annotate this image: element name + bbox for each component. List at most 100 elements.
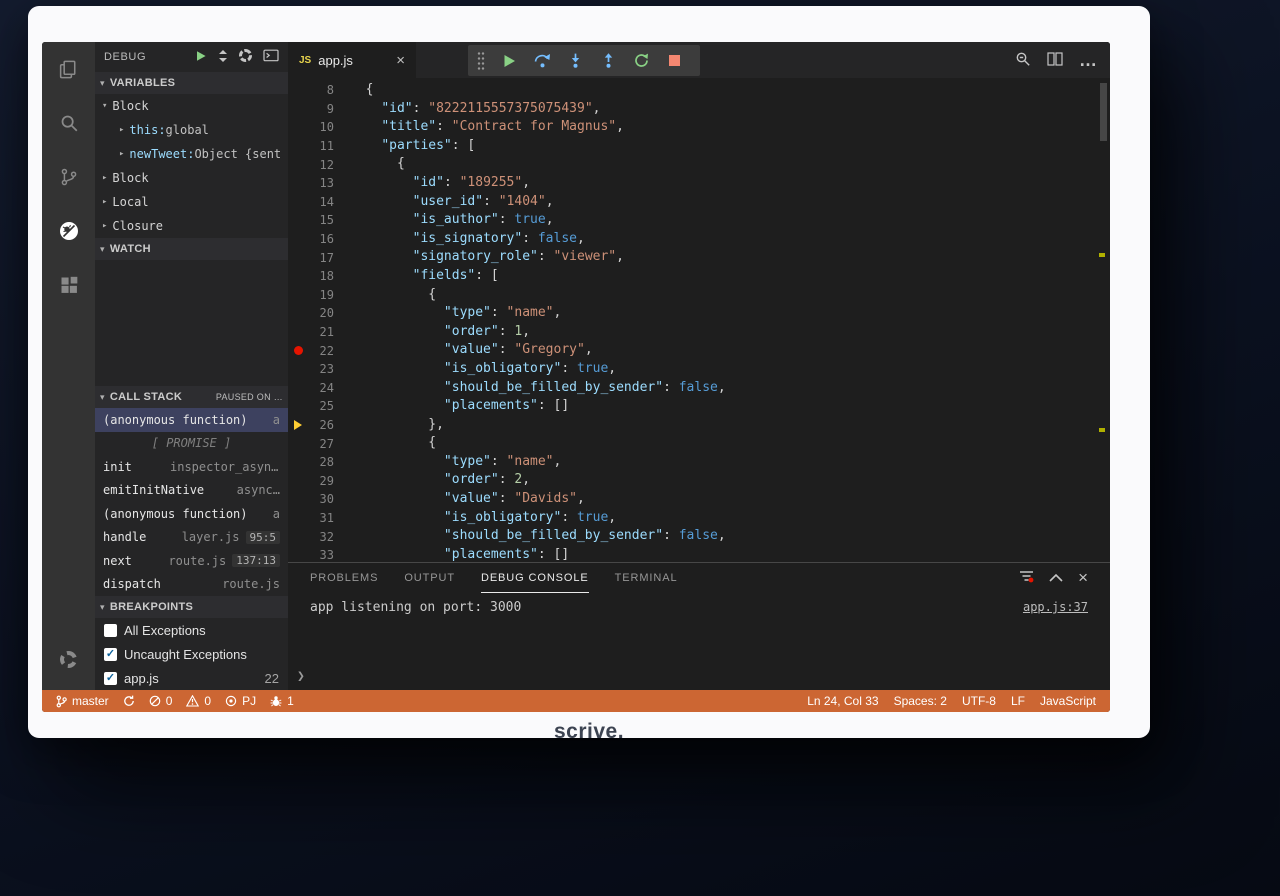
code-line[interactable]: "order": 1, xyxy=(350,323,1110,342)
variable-row[interactable]: ▸newTweet: Object {sent… xyxy=(95,142,288,166)
breakpoint-checkbox[interactable] xyxy=(104,624,117,637)
status-item-spaces-2[interactable]: Spaces: 2 xyxy=(888,694,953,708)
source-link[interactable]: app.js:37 xyxy=(1023,600,1088,614)
status-item-0[interactable]: 0 xyxy=(143,694,179,708)
code-line[interactable]: "order": 2, xyxy=(350,471,1110,490)
code-line[interactable]: "signatory_role": "viewer", xyxy=(350,248,1110,267)
call-stack-frame[interactable]: handlelayer.js95:5 xyxy=(95,526,288,550)
status-item-0[interactable]: 0 xyxy=(180,694,217,708)
start-icon[interactable] xyxy=(195,50,207,65)
variable-scope-row[interactable]: ▸Local xyxy=(95,190,288,214)
files-icon[interactable] xyxy=(42,42,95,96)
more-actions-icon[interactable]: … xyxy=(1079,55,1098,65)
twisty-icon[interactable]: ▸ xyxy=(102,173,107,183)
variable-row[interactable]: ▸this: global xyxy=(95,118,288,142)
code-line[interactable]: "parties": [ xyxy=(350,137,1110,156)
panel-tab-terminal[interactable]: TERMINAL xyxy=(615,563,678,593)
twisty-icon[interactable]: ▸ xyxy=(119,125,124,135)
breakpoint-icon[interactable] xyxy=(294,346,303,355)
tab-app-js[interactable]: JS app.js × xyxy=(288,42,416,78)
close-icon[interactable]: × xyxy=(396,52,405,69)
panel-tab-problems[interactable]: PROBLEMS xyxy=(310,563,378,593)
twisty-icon[interactable]: ▸ xyxy=(102,221,107,231)
config-select-icon[interactable] xyxy=(218,49,228,66)
scrollbar-thumb[interactable] xyxy=(1100,83,1107,141)
split-editor-icon[interactable] xyxy=(1047,52,1063,69)
gear-icon[interactable] xyxy=(42,632,95,686)
call-stack-frame[interactable]: nextroute.js137:13 xyxy=(95,549,288,573)
twisty-icon[interactable]: ▾ xyxy=(102,101,107,111)
code-line[interactable]: { xyxy=(350,155,1110,174)
twisty-icon[interactable]: ▸ xyxy=(102,197,107,207)
drag-handle-icon[interactable] xyxy=(477,51,485,70)
code-line[interactable]: "is_signatory": false, xyxy=(350,230,1110,249)
continue-icon[interactable] xyxy=(493,45,526,76)
code-line[interactable]: "placements": [] xyxy=(350,546,1110,562)
call-stack-frame[interactable]: emitInitNativeasync… xyxy=(95,479,288,503)
status-item-utf-8[interactable]: UTF-8 xyxy=(956,694,1002,708)
code-line[interactable]: "fields": [ xyxy=(350,267,1110,286)
code-line[interactable]: "user_id": "1404", xyxy=(350,193,1110,212)
code-line[interactable]: { xyxy=(350,434,1110,453)
call-stack-frame[interactable]: initinspector_async_… xyxy=(95,455,288,479)
status-item-lf[interactable]: LF xyxy=(1005,694,1031,708)
code-line[interactable]: "type": "name", xyxy=(350,453,1110,472)
call-stack-frame[interactable]: (anonymous function)a xyxy=(95,502,288,526)
code-line[interactable]: "should_be_filled_by_sender": false, xyxy=(350,379,1110,398)
code-line[interactable]: { xyxy=(350,286,1110,305)
panel-tab-debug-console[interactable]: DEBUG CONSOLE xyxy=(481,563,589,593)
status-item-sync-icon[interactable] xyxy=(117,695,141,707)
code-line[interactable]: "should_be_filled_by_sender": false, xyxy=(350,527,1110,546)
step-out-icon[interactable] xyxy=(592,45,625,76)
gear-icon[interactable] xyxy=(239,49,252,65)
twisty-icon[interactable]: ▸ xyxy=(119,149,124,159)
code-line[interactable]: "is_author": true, xyxy=(350,211,1110,230)
panel-tab-output[interactable]: OUTPUT xyxy=(404,563,455,593)
extensions-icon[interactable] xyxy=(42,258,95,312)
breakpoint-checkbox[interactable]: ✓ xyxy=(104,648,117,661)
editor-gutter[interactable]: 8910111213141516171819202122232425262728… xyxy=(288,81,342,562)
debug-console-icon[interactable] xyxy=(263,49,279,65)
code-line[interactable]: "type": "name", xyxy=(350,304,1110,323)
code-lines[interactable]: { "id": "8222115557375075439", "title": … xyxy=(342,81,1110,562)
call-stack-section-header[interactable]: ▾ CALL STACK PAUSED ON … xyxy=(95,386,288,408)
stop-icon[interactable] xyxy=(658,45,691,76)
breakpoint-row[interactable]: All Exceptions xyxy=(95,618,288,642)
breakpoints-section-header[interactable]: ▾ BREAKPOINTS xyxy=(95,596,288,618)
status-item-master[interactable]: master xyxy=(50,694,115,708)
glyph-margin[interactable] xyxy=(288,346,308,355)
filter-icon[interactable] xyxy=(1019,570,1034,586)
status-item-javascript[interactable]: JavaScript xyxy=(1034,694,1102,708)
overview-ruler[interactable] xyxy=(1096,78,1110,562)
console-prompt-icon[interactable]: ❯ xyxy=(297,669,305,684)
debug-console-body[interactable]: app listening on port: 3000 app.js:37 ❯ xyxy=(288,593,1110,690)
code-line[interactable]: "placements": [] xyxy=(350,397,1110,416)
chevron-up-icon[interactable] xyxy=(1049,571,1063,585)
variable-scope-row[interactable]: ▸Closure xyxy=(95,214,288,238)
variable-scope-row[interactable]: ▾Block xyxy=(95,94,288,118)
close-icon[interactable]: × xyxy=(1078,572,1088,584)
code-line[interactable]: "is_obligatory": true, xyxy=(350,360,1110,379)
breakpoint-checkbox[interactable]: ✓ xyxy=(104,672,117,685)
code-line[interactable]: { xyxy=(350,81,1110,100)
call-stack-frame[interactable]: dispatchroute.js xyxy=(95,573,288,597)
code-line[interactable]: "id": "189255", xyxy=(350,174,1110,193)
glyph-margin[interactable] xyxy=(288,420,308,430)
step-over-icon[interactable] xyxy=(526,45,559,76)
breakpoint-row[interactable]: ✓app.js22 xyxy=(95,666,288,690)
source-control-icon[interactable] xyxy=(42,150,95,204)
code-line[interactable]: "id": "8222115557375075439", xyxy=(350,100,1110,119)
code-line[interactable]: }, xyxy=(350,416,1110,435)
debug-icon[interactable] xyxy=(42,204,95,258)
code-line[interactable]: "is_obligatory": true, xyxy=(350,509,1110,528)
breakpoint-row[interactable]: ✓Uncaught Exceptions xyxy=(95,642,288,666)
find-icon[interactable] xyxy=(1015,51,1031,70)
restart-icon[interactable] xyxy=(625,45,658,76)
search-icon[interactable] xyxy=(42,96,95,150)
variable-scope-row[interactable]: ▸Block xyxy=(95,166,288,190)
watch-section-header[interactable]: ▾ WATCH xyxy=(95,238,288,260)
code-editor[interactable]: 8910111213141516171819202122232425262728… xyxy=(288,78,1110,562)
code-line[interactable]: "title": "Contract for Magnus", xyxy=(350,118,1110,137)
status-item-ln-24-col-33[interactable]: Ln 24, Col 33 xyxy=(801,694,884,708)
call-stack-frame[interactable]: (anonymous function)a xyxy=(95,408,288,432)
